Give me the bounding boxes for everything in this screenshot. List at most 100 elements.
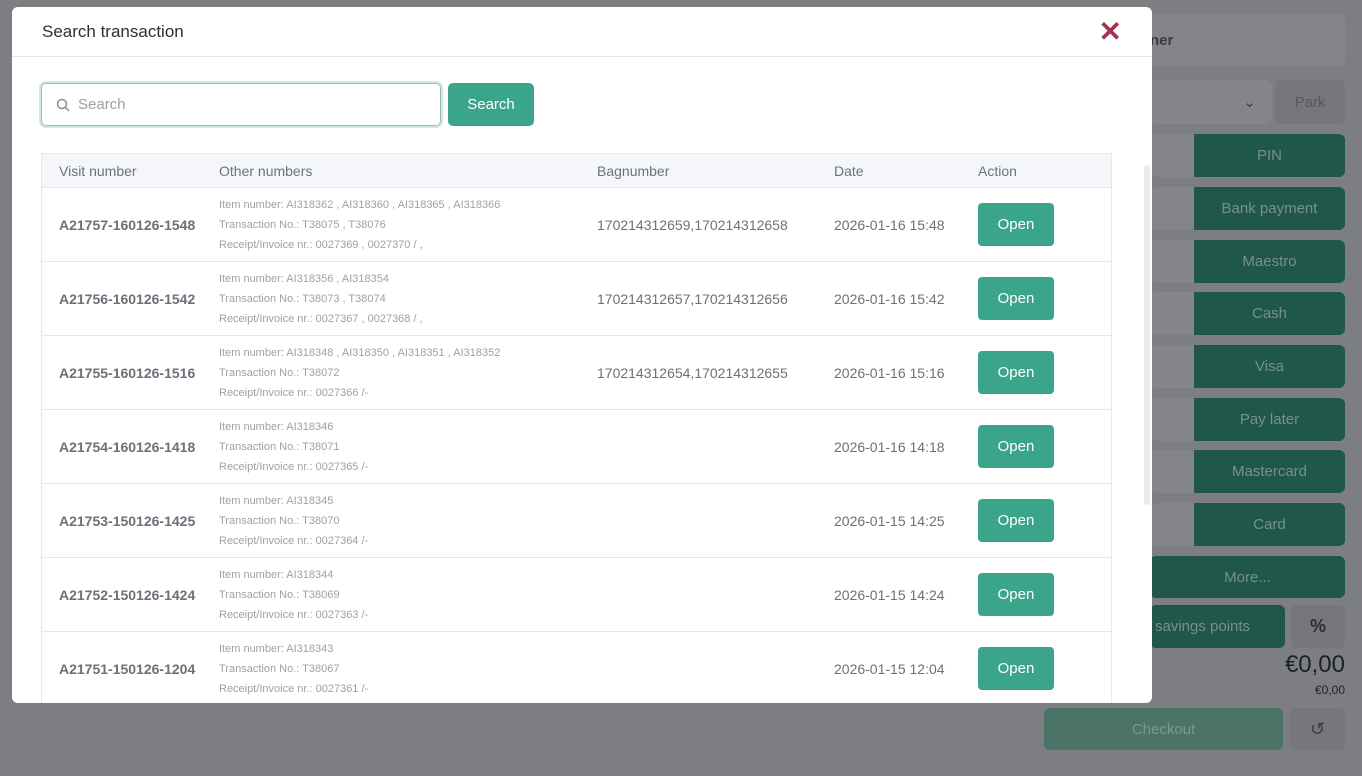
col-bagnumber: Bagnumber: [597, 162, 670, 179]
payment-method-button[interactable]: Mastercard: [1194, 450, 1345, 493]
item-numbers: Item number: AI318345: [219, 494, 334, 507]
open-button[interactable]: Open: [978, 499, 1054, 542]
payment-method-button[interactable]: Bank payment: [1194, 187, 1345, 230]
receipt-numbers: Receipt/Invoice nr.: 0027364 /-: [219, 534, 369, 547]
other-numbers: Item number: AI318344 Transaction No.: T3…: [219, 565, 597, 625]
visit-number: A21754-160126-1418: [59, 438, 196, 455]
customer-label: ner: [1150, 31, 1174, 49]
chevron-down-icon: ⌄: [1243, 94, 1256, 111]
payment-amount-field[interactable]: [1150, 240, 1194, 283]
payment-amount-field[interactable]: [1150, 398, 1194, 441]
open-button[interactable]: Open: [978, 573, 1054, 616]
subtotal-amount: €0,00: [1314, 683, 1345, 697]
payment-amount-field[interactable]: [1150, 345, 1194, 388]
other-numbers: Item number: AI318362 , AI318360 , AI318…: [219, 195, 597, 255]
receipt-numbers: Receipt/Invoice nr.: 0027366 /-: [219, 386, 369, 399]
bagnumber: 170214312657,170214312656: [597, 290, 788, 307]
park-button[interactable]: Park: [1275, 80, 1345, 124]
transaction-numbers: Transaction No.: T38075 , T38076: [219, 218, 386, 231]
search-button[interactable]: Search: [448, 83, 534, 126]
transactions-table: Visit number Other numbers Bagnumber Dat…: [41, 153, 1112, 703]
receipt-numbers: Receipt/Invoice nr.: 0027363 /-: [219, 608, 369, 621]
transaction-numbers: Transaction No.: T38067: [219, 662, 340, 675]
visit-number: A21753-150126-1425: [59, 512, 196, 529]
item-numbers: Item number: AI318348 , AI318350 , AI318…: [219, 346, 501, 359]
table-row: A21751-150126-1204 Item number: AI318343…: [42, 632, 1111, 703]
item-numbers: Item number: AI318362 , AI318360 , AI318…: [219, 198, 501, 211]
bagnumber: 170214312654,170214312655: [597, 364, 788, 381]
col-other-numbers: Other numbers: [219, 162, 313, 179]
other-numbers: Item number: AI318346 Transaction No.: T3…: [219, 417, 597, 477]
table-row: A21757-160126-1548 Item number: AI318362…: [42, 188, 1111, 262]
open-button[interactable]: Open: [978, 277, 1054, 320]
visit-number: A21751-150126-1204: [59, 660, 196, 677]
date: 2026-01-16 15:48: [834, 216, 945, 233]
search-field[interactable]: [41, 83, 441, 126]
transaction-numbers: Transaction No.: T38072: [219, 366, 340, 379]
customer-box[interactable]: ner: [1150, 14, 1345, 66]
open-button[interactable]: Open: [978, 425, 1054, 468]
payment-amount-field[interactable]: [1150, 450, 1194, 493]
open-button[interactable]: Open: [978, 647, 1054, 690]
table-row: A21754-160126-1418 Item number: AI318346…: [42, 410, 1111, 484]
table-header: Visit number Other numbers Bagnumber Dat…: [42, 154, 1111, 188]
item-numbers: Item number: AI318343: [219, 642, 334, 655]
search-input[interactable]: [78, 96, 418, 113]
other-numbers: Item number: AI318345 Transaction No.: T3…: [219, 491, 597, 551]
date: 2026-01-15 14:25: [834, 512, 945, 529]
savings-points-button[interactable]: savings points: [1150, 605, 1285, 648]
receipt-numbers: Receipt/Invoice nr.: 0027365 /-: [219, 460, 369, 473]
other-numbers: Item number: AI318348 , AI318350 , AI318…: [219, 343, 597, 403]
scrollbar[interactable]: [1144, 165, 1150, 505]
open-button[interactable]: Open: [978, 203, 1054, 246]
modal-title: Search transaction: [42, 21, 184, 41]
payment-amount-field[interactable]: [1150, 503, 1194, 546]
transaction-numbers: Transaction No.: T38073 , T38074: [219, 292, 386, 305]
payment-method-button[interactable]: Maestro: [1194, 240, 1345, 283]
date: 2026-01-16 14:18: [834, 438, 945, 455]
bagnumber: 170214312659,170214312658: [597, 216, 788, 233]
checkout-button[interactable]: Checkout: [1044, 708, 1283, 750]
payment-method-button[interactable]: PIN: [1194, 134, 1345, 177]
payment-method-button[interactable]: Card: [1194, 503, 1345, 546]
visit-number: A21756-160126-1542: [59, 290, 196, 307]
payment-amount-field[interactable]: [1150, 187, 1194, 230]
col-action: Action: [978, 162, 1017, 179]
undo-icon[interactable]: ↺: [1290, 708, 1345, 750]
date: 2026-01-15 14:24: [834, 586, 945, 603]
payment-amount-field[interactable]: [1150, 134, 1194, 177]
table-row: A21755-160126-1516 Item number: AI318348…: [42, 336, 1111, 410]
payment-method-button[interactable]: Cash: [1194, 292, 1345, 335]
visit-number: A21757-160126-1548: [59, 216, 196, 233]
payment-method-button[interactable]: Pay later: [1194, 398, 1345, 441]
search-icon: [56, 98, 70, 112]
payment-method-button[interactable]: Visa: [1194, 345, 1345, 388]
other-numbers: Item number: AI318343 Transaction No.: T3…: [219, 639, 597, 699]
transaction-numbers: Transaction No.: T38071: [219, 440, 340, 453]
parked-dropdown[interactable]: ⌄: [1150, 80, 1272, 124]
table-row: A21753-150126-1425 Item number: AI318345…: [42, 484, 1111, 558]
date: 2026-01-16 15:16: [834, 364, 945, 381]
table-row: A21752-150126-1424 Item number: AI318344…: [42, 558, 1111, 632]
visit-number: A21755-160126-1516: [59, 364, 196, 381]
col-date: Date: [834, 162, 864, 179]
date: 2026-01-15 12:04: [834, 660, 945, 677]
payment-amount-field[interactable]: [1150, 292, 1194, 335]
table-row: A21756-160126-1542 Item number: AI318356…: [42, 262, 1111, 336]
transaction-numbers: Transaction No.: T38069: [219, 588, 340, 601]
date: 2026-01-16 15:42: [834, 290, 945, 307]
other-numbers: Item number: AI318356 , AI318354 Transact…: [219, 269, 597, 329]
discount-button[interactable]: %: [1291, 605, 1345, 648]
receipt-numbers: Receipt/Invoice nr.: 0027361 /-: [219, 682, 369, 695]
search-transaction-modal: Search transaction ✕ Search Visit number…: [12, 7, 1152, 703]
total-amount: €0,00: [1284, 651, 1345, 678]
close-icon[interactable]: ✕: [1099, 17, 1122, 46]
receipt-numbers: Receipt/Invoice nr.: 0027369 , 0027370 /…: [219, 238, 423, 251]
item-numbers: Item number: AI318356 , AI318354: [219, 272, 390, 285]
open-button[interactable]: Open: [978, 351, 1054, 394]
item-numbers: Item number: AI318346: [219, 420, 334, 433]
item-numbers: Item number: AI318344: [219, 568, 334, 581]
visit-number: A21752-150126-1424: [59, 586, 196, 603]
more-button[interactable]: More...: [1150, 556, 1345, 598]
transaction-numbers: Transaction No.: T38070: [219, 514, 340, 527]
